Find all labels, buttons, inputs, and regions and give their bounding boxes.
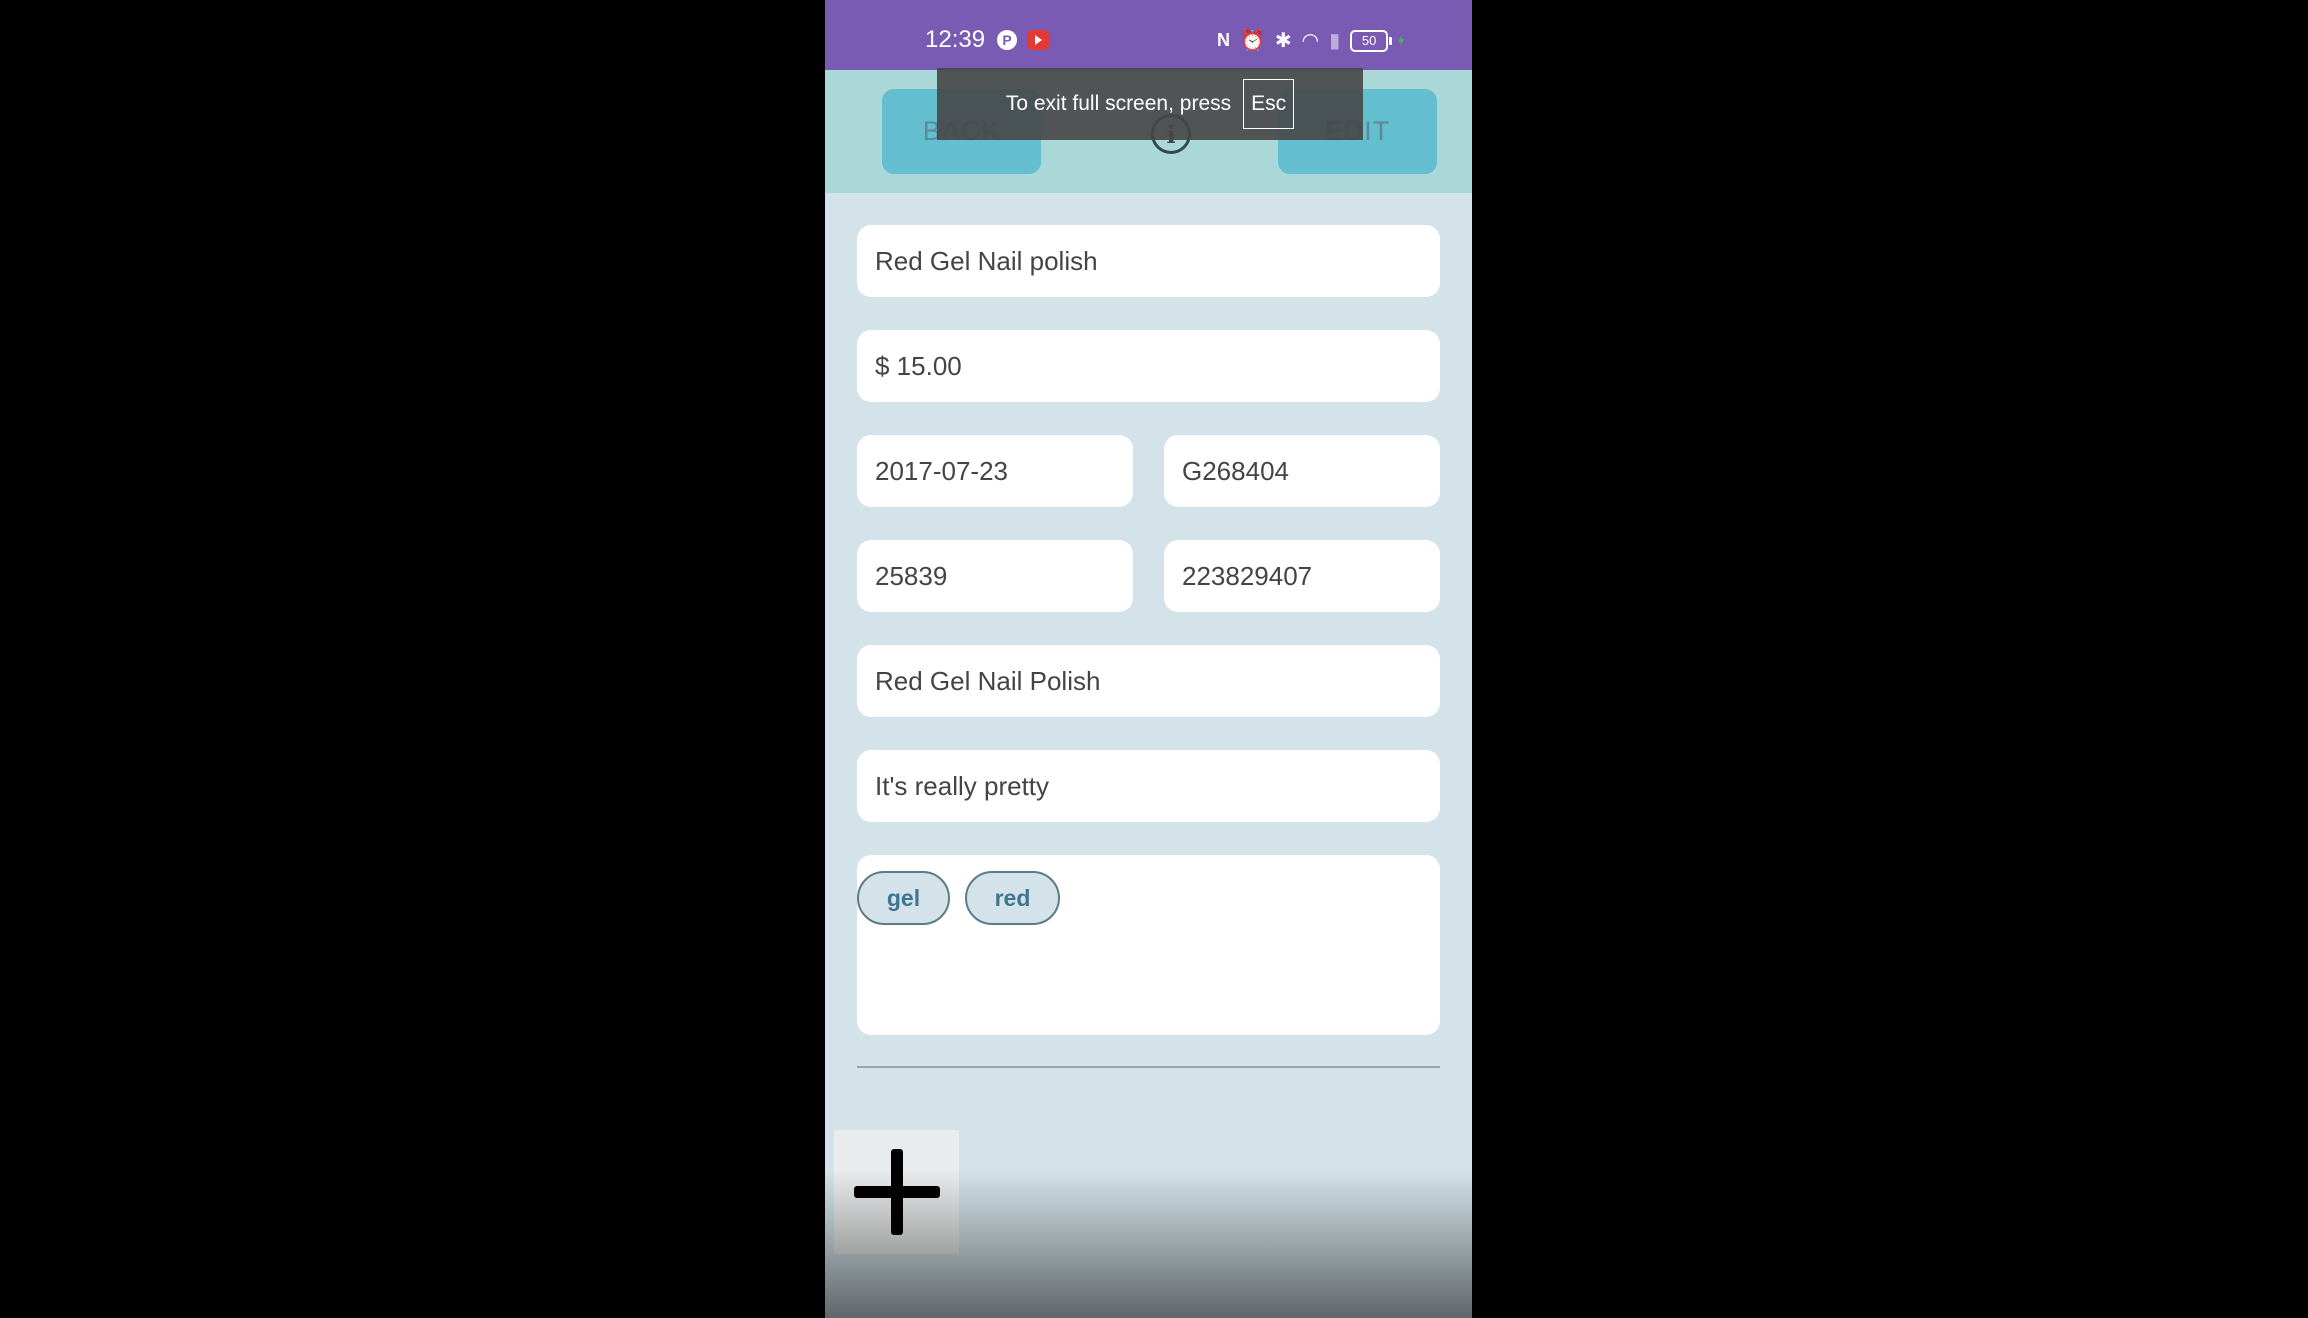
nfc-icon: N	[1217, 30, 1230, 50]
plus-icon	[853, 1149, 940, 1235]
tags-box[interactable]: gel red	[857, 855, 1440, 1035]
status-bar: 12:39 P N ⏰ ✱ ◠ ▮ 50	[825, 0, 1472, 70]
phone-screen: 12:39 P N ⏰ ✱ ◠ ▮ 50 BACK i EDIT To exit…	[825, 0, 1472, 1318]
charging-icon	[1398, 34, 1405, 47]
fullscreen-exit-toast: To exit full screen, press Esc	[937, 68, 1363, 140]
add-button[interactable]	[834, 1130, 959, 1254]
wifi-icon: ◠	[1301, 30, 1320, 52]
esc-key-label: Esc	[1243, 79, 1295, 129]
battery-icon: 50	[1350, 29, 1393, 52]
status-time: 12:39	[925, 26, 986, 53]
divider	[857, 1066, 1440, 1068]
code-field[interactable]: G268404	[1164, 435, 1440, 507]
signal-icon: ▮	[1329, 30, 1341, 52]
status-left-icons: P	[997, 30, 1049, 50]
toast-message: To exit full screen, press	[1005, 92, 1232, 115]
status-right-icons: N ⏰ ✱ ◠ ▮ 50	[1217, 28, 1405, 53]
youtube-icon	[1027, 30, 1049, 50]
quantity-field[interactable]: 25839	[857, 540, 1133, 612]
date-field[interactable]: 2017-07-23	[857, 435, 1133, 507]
bluetooth-icon: ✱	[1274, 30, 1292, 52]
tag-chip[interactable]: gel	[857, 871, 950, 925]
tag-chip[interactable]: red	[965, 871, 1060, 925]
note-field[interactable]: It's really pretty	[857, 750, 1440, 822]
name-field[interactable]: Red Gel Nail polish	[857, 225, 1440, 297]
pinterest-icon: P	[997, 30, 1017, 50]
title-field[interactable]: Red Gel Nail Polish	[857, 645, 1440, 717]
price-field[interactable]: $ 15.00	[857, 330, 1440, 402]
number-field[interactable]: 223829407	[1164, 540, 1440, 612]
alarm-icon: ⏰	[1240, 30, 1265, 52]
battery-level: 50	[1361, 33, 1377, 48]
